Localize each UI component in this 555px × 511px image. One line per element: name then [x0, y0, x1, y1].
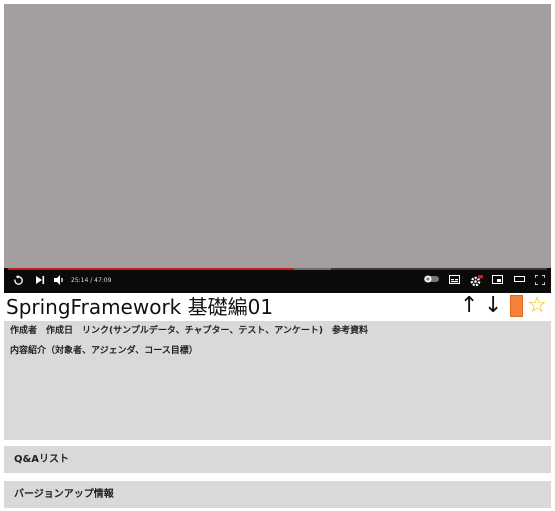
- player-control-bar: 25:14 / 47:09: [4, 268, 551, 293]
- title-actions: ↑ ↓ ☆: [456, 294, 547, 318]
- progress-played: [8, 268, 294, 270]
- skip-next-icon[interactable]: [35, 275, 45, 285]
- favorite-star-icon[interactable]: ☆: [527, 294, 547, 318]
- video-title: SpringFramework 基礎編01: [6, 295, 274, 319]
- info-links: 作成者 作成日 リンク(サンプルデータ、チャプター、テスト、アンケート) 参考資…: [10, 325, 368, 337]
- qa-list-label: Q&Aリスト: [14, 454, 69, 465]
- info-panel: 作成者 作成日 リンク(サンプルデータ、チャプター、テスト、アンケート) 参考資…: [4, 321, 551, 440]
- move-down-button[interactable]: ↓: [482, 294, 504, 318]
- version-up-section[interactable]: バージョンアップ情報: [4, 481, 551, 508]
- miniplayer-icon[interactable]: [492, 275, 503, 284]
- author-link[interactable]: 作成者: [10, 325, 37, 337]
- timecode: 25:14 / 47:09: [71, 277, 112, 284]
- resources-link[interactable]: リンク(サンプルデータ、チャプター、テスト、アンケート): [82, 325, 323, 337]
- settings-gear-icon[interactable]: [470, 275, 483, 287]
- fullscreen-icon[interactable]: [535, 275, 545, 285]
- references-link[interactable]: 参考資料: [332, 325, 368, 337]
- theater-mode-icon[interactable]: [514, 275, 525, 283]
- progress-bar[interactable]: [8, 268, 547, 270]
- qa-list-section[interactable]: Q&Aリスト: [4, 446, 551, 473]
- title-row: SpringFramework 基礎編01 ↑ ↓ ☆: [4, 293, 551, 321]
- autoplay-toggle-icon[interactable]: [424, 275, 439, 283]
- content-description: 内容紹介（対象者、アジェンダ、コース目標）: [10, 346, 198, 356]
- subtitles-icon[interactable]: [449, 275, 460, 284]
- video-viewport[interactable]: [4, 4, 551, 268]
- volume-icon[interactable]: [54, 275, 65, 285]
- version-up-label: バージョンアップ情報: [14, 489, 114, 500]
- replay-icon[interactable]: [13, 275, 24, 286]
- move-up-button[interactable]: ↑: [458, 294, 480, 318]
- created-date-link[interactable]: 作成日: [46, 325, 73, 337]
- bookmark-marker[interactable]: [510, 295, 524, 317]
